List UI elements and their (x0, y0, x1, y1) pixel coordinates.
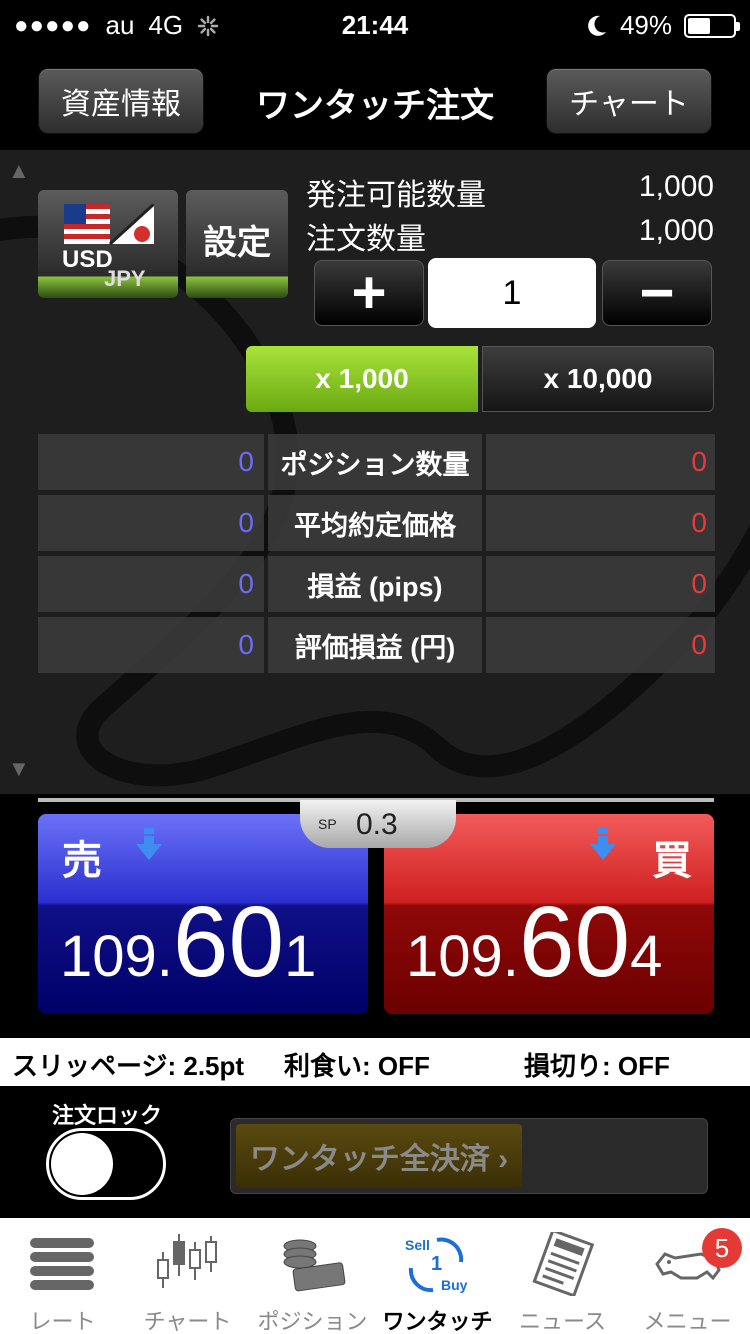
tab-position[interactable]: ポジション (250, 1218, 375, 1334)
order-quantity-label: 注文数量 (306, 223, 426, 256)
increment-button[interactable]: + (314, 260, 424, 326)
sell-rate: 109.601 (60, 892, 316, 992)
buy-rate-prefix: 109. (406, 924, 519, 989)
sell-value: 0 (38, 556, 264, 612)
tab-bar: レート チャート ポジション Sell 1 Buy ワンタッチ ニュース メニュ… (0, 1218, 750, 1334)
lock-area: 注文ロック ワンタッチ全決済 › (0, 1086, 750, 1218)
tab-news[interactable]: ニュース (500, 1218, 625, 1334)
price-area: 売 109.601 買 109.604 SP 0.3 (0, 794, 750, 1038)
sell-value: 0 (38, 434, 264, 490)
moon-icon (588, 15, 606, 36)
quantity-input[interactable]: 1 (428, 258, 596, 328)
status-right: 49% (586, 10, 740, 41)
svg-text:Sell: Sell (405, 1237, 430, 1253)
available-quantity-value: 1,000 (638, 170, 714, 203)
spread-indicator: SP 0.3 (300, 800, 456, 848)
scroll-up-icon[interactable]: ▲ (8, 158, 30, 184)
row-label: 損益 (pips) (268, 556, 482, 612)
sell-rate-fraction: 1 (284, 924, 317, 989)
order-panel: ▲ ▼ USD JPY 設定 発注可能数量 1,000 注文数量 1,000 +… (0, 150, 750, 794)
page-title: ワンタッチ注文 (256, 87, 494, 125)
sell-value: 0 (38, 617, 264, 673)
quote-currency-label: JPY (104, 266, 146, 291)
toggle-knob (51, 1133, 113, 1195)
tab-rate[interactable]: レート (0, 1218, 125, 1334)
svg-text:Buy: Buy (441, 1277, 468, 1293)
us-jp-flag-icon (64, 204, 154, 246)
buy-value: 0 (486, 617, 715, 673)
tab-label: チャート (143, 1309, 232, 1334)
buy-rate: 109.604 (406, 892, 662, 992)
row-label: ポジション数量 (268, 434, 482, 490)
buy-rate-fraction: 4 (630, 924, 663, 989)
tab-chart[interactable]: チャート (125, 1218, 250, 1334)
multiplier-10000-button[interactable]: x 10,000 (482, 346, 714, 412)
battery-icon (684, 13, 740, 38)
spread-value: 0.3 (356, 808, 398, 841)
coins-icon (283, 1239, 346, 1292)
available-quantity-label: 発注可能数量 (306, 179, 486, 212)
buy-value: 0 (486, 495, 715, 551)
asset-info-button[interactable]: 資産情報 (38, 68, 204, 134)
candlestick-icon (157, 1234, 217, 1288)
tab-label: メニュー (643, 1309, 732, 1334)
chart-button[interactable]: チャート (546, 68, 712, 134)
sell-rate-prefix: 109. (60, 924, 173, 989)
sell-buy-icon: Sell 1 Buy (405, 1237, 468, 1293)
stop-loss-setting: 損切り: OFF (524, 1051, 670, 1081)
multiplier-1000-button[interactable]: x 1,000 (246, 346, 478, 412)
close-all-slider-button[interactable]: ワンタッチ全決済 › (236, 1124, 522, 1188)
svg-text:1: 1 (431, 1253, 442, 1275)
status-bar: ●●●●● au 4G 21:44 49% (0, 0, 750, 50)
position-row: 0 評価損益 (円) 0 (38, 617, 715, 673)
spread-label: SP (318, 816, 337, 832)
rate-list-icon (30, 1238, 94, 1290)
take-profit-setting: 利食い: OFF (284, 1051, 430, 1081)
newspaper-icon (532, 1232, 595, 1296)
row-label: 評価損益 (円) (268, 617, 482, 673)
slippage-setting: スリッページ: 2.5pt (12, 1051, 245, 1081)
position-row: 0 ポジション数量 0 (38, 434, 715, 490)
buy-value: 0 (486, 556, 715, 612)
battery-percent: 49% (619, 10, 672, 40)
scroll-down-icon[interactable]: ▼ (8, 756, 30, 782)
tab-label: ポジション (257, 1309, 368, 1334)
arrow-down-icon (136, 828, 162, 860)
buy-value: 0 (486, 434, 715, 490)
sell-rate-pips: 60 (172, 886, 285, 998)
notification-badge: 5 (702, 1228, 742, 1268)
order-settings-strip[interactable]: スリッページ: 2.5pt 利食い: OFF 損切り: OFF (0, 1038, 750, 1086)
tab-one-touch[interactable]: Sell 1 Buy ワンタッチ (375, 1218, 500, 1334)
tab-label: レート (29, 1309, 96, 1334)
tab-label: ワンタッチ (382, 1309, 493, 1334)
position-row: 0 損益 (pips) 0 (38, 556, 715, 612)
decrement-button[interactable]: − (602, 260, 712, 326)
sell-value: 0 (38, 495, 264, 551)
sell-label: 売 (62, 839, 102, 883)
header: 資産情報 ワンタッチ注文 チャート (0, 50, 750, 150)
buy-rate-pips: 60 (518, 886, 631, 998)
tab-menu[interactable]: メニュー 5 (625, 1218, 750, 1334)
arrow-down-icon (590, 828, 616, 860)
buy-label: 買 (652, 839, 692, 883)
currency-pair-button[interactable]: USD JPY (38, 190, 178, 298)
order-lock-label: 注文ロック (52, 1103, 163, 1128)
order-quantity-value: 1,000 (638, 214, 714, 247)
position-row: 0 平均約定価格 0 (38, 495, 715, 551)
order-lock-toggle[interactable] (46, 1128, 166, 1200)
settings-button[interactable]: 設定 (186, 190, 288, 298)
row-label: 平均約定価格 (268, 495, 482, 551)
tab-label: ニュース (519, 1309, 606, 1334)
